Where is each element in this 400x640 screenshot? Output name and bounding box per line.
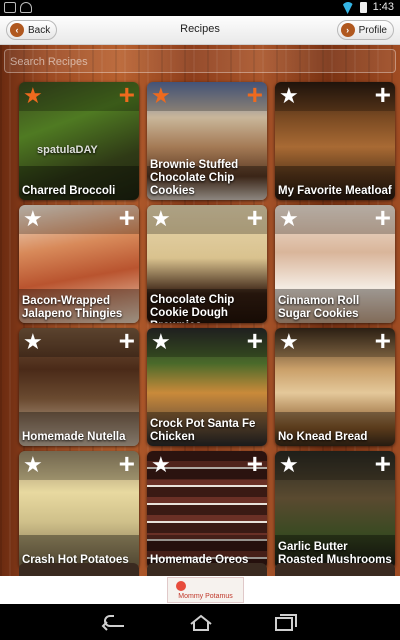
battery-icon <box>359 1 367 13</box>
next-row-peek <box>19 563 395 577</box>
clock: 1:43 <box>372 1 394 13</box>
favorite-star-icon[interactable]: ★ <box>151 331 171 353</box>
recipe-card[interactable]: ★ + Bacon-Wrapped Jalapeno Thingies <box>19 205 139 323</box>
recipe-card[interactable]: ★ + Homemade Nutella <box>19 328 139 446</box>
recipe-title: Bacon-Wrapped Jalapeno Thingies <box>22 295 123 320</box>
recipes-area: Search Recipes ★ + Charred Broccoli spat… <box>0 45 400 576</box>
ad-banner: Mommy Potamus <box>0 576 400 604</box>
recipe-card[interactable]: ★ + Brownie Stuffed Chocolate Chip Cooki… <box>147 82 267 200</box>
recipe-card-peek[interactable] <box>19 563 139 577</box>
recipe-card[interactable]: ★ + Cinnamon Roll Sugar Cookies <box>275 205 395 323</box>
recent-apps-icon[interactable] <box>270 612 300 632</box>
recipe-title: Homemade Nutella <box>22 431 126 443</box>
recipe-card-peek[interactable] <box>147 563 267 577</box>
recipe-card[interactable]: ★ + Crock Pot Santa Fe Chicken <box>147 328 267 446</box>
recipe-card[interactable]: ★ + My Favorite Meatloaf <box>275 82 395 200</box>
add-plus-icon[interactable]: + <box>119 328 135 355</box>
recipe-card[interactable]: ★ + Garlic Butter Roasted Mushrooms <box>275 451 395 569</box>
favorite-star-icon[interactable]: ★ <box>279 85 299 107</box>
ad-text: Mommy Potamus <box>178 593 233 600</box>
watermark-text: spatulaDAY <box>37 144 98 156</box>
search-input[interactable]: Search Recipes <box>4 49 396 73</box>
status-bar: 1:43 <box>0 0 400 16</box>
add-plus-icon[interactable]: + <box>375 82 391 109</box>
favorite-star-icon[interactable]: ★ <box>279 454 299 476</box>
add-plus-icon[interactable]: + <box>247 82 263 109</box>
recipe-title: Crock Pot Santa Fe Chicken <box>150 418 256 443</box>
ad-image[interactable]: Mommy Potamus <box>167 577 244 603</box>
recipe-title: Chocolate Chip Cookie Dough Brownies <box>150 294 235 323</box>
image-icon <box>4 2 16 13</box>
add-plus-icon[interactable]: + <box>247 205 263 232</box>
favorite-star-icon[interactable]: ★ <box>279 331 299 353</box>
favorite-star-icon[interactable]: ★ <box>23 454 43 476</box>
chevron-right-icon: › <box>340 23 355 37</box>
add-plus-icon[interactable]: + <box>119 205 135 232</box>
favorite-star-icon[interactable]: ★ <box>151 454 171 476</box>
add-plus-icon[interactable]: + <box>119 82 135 109</box>
add-plus-icon[interactable]: + <box>247 451 263 478</box>
add-plus-icon[interactable]: + <box>247 328 263 355</box>
add-plus-icon[interactable]: + <box>375 205 391 232</box>
recipe-title: No Knead Bread <box>278 431 368 443</box>
recipe-title: Cinnamon Roll Sugar Cookies <box>278 295 360 320</box>
profile-button-label: Profile <box>358 24 387 36</box>
app-header: ‹ Back Recipes › Profile <box>0 16 400 45</box>
add-plus-icon[interactable]: + <box>375 451 391 478</box>
favorite-star-icon[interactable]: ★ <box>151 85 171 107</box>
recipe-card[interactable]: ★ + No Knead Bread <box>275 328 395 446</box>
recipe-card[interactable]: ★ + Homemade Oreos <box>147 451 267 569</box>
favorite-star-icon[interactable]: ★ <box>151 208 171 230</box>
recipe-card[interactable]: ★ + Charred Broccoli spatulaDAY <box>19 82 139 200</box>
add-plus-icon[interactable]: + <box>119 451 135 478</box>
favorite-star-icon[interactable]: ★ <box>23 208 43 230</box>
recipe-title: Brownie Stuffed Chocolate Chip Cookies <box>150 159 239 197</box>
favorite-star-icon[interactable]: ★ <box>279 208 299 230</box>
recipe-title: My Favorite Meatloaf <box>278 185 392 197</box>
favorite-star-icon[interactable]: ★ <box>23 85 43 107</box>
wifi-icon <box>342 2 354 12</box>
favorite-star-icon[interactable]: ★ <box>23 331 43 353</box>
recipe-card[interactable]: ★ + Chocolate Chip Cookie Dough Brownies <box>147 205 267 323</box>
notification-icons <box>4 2 32 13</box>
home-icon[interactable] <box>186 612 216 632</box>
recipe-title: Charred Broccoli <box>22 185 116 197</box>
recipe-grid: ★ + Charred Broccoli spatulaDAY ★ + Brow… <box>19 82 395 569</box>
profile-button[interactable]: › Profile <box>336 20 394 40</box>
add-plus-icon[interactable]: + <box>375 328 391 355</box>
back-arrow-icon[interactable] <box>100 612 130 632</box>
ad-logo-icon <box>176 581 186 591</box>
recipe-card[interactable]: ★ + Crash Hot Potatoes <box>19 451 139 569</box>
recipe-card-peek[interactable] <box>275 563 395 577</box>
system-nav-bar <box>0 604 400 640</box>
android-icon <box>20 2 32 13</box>
